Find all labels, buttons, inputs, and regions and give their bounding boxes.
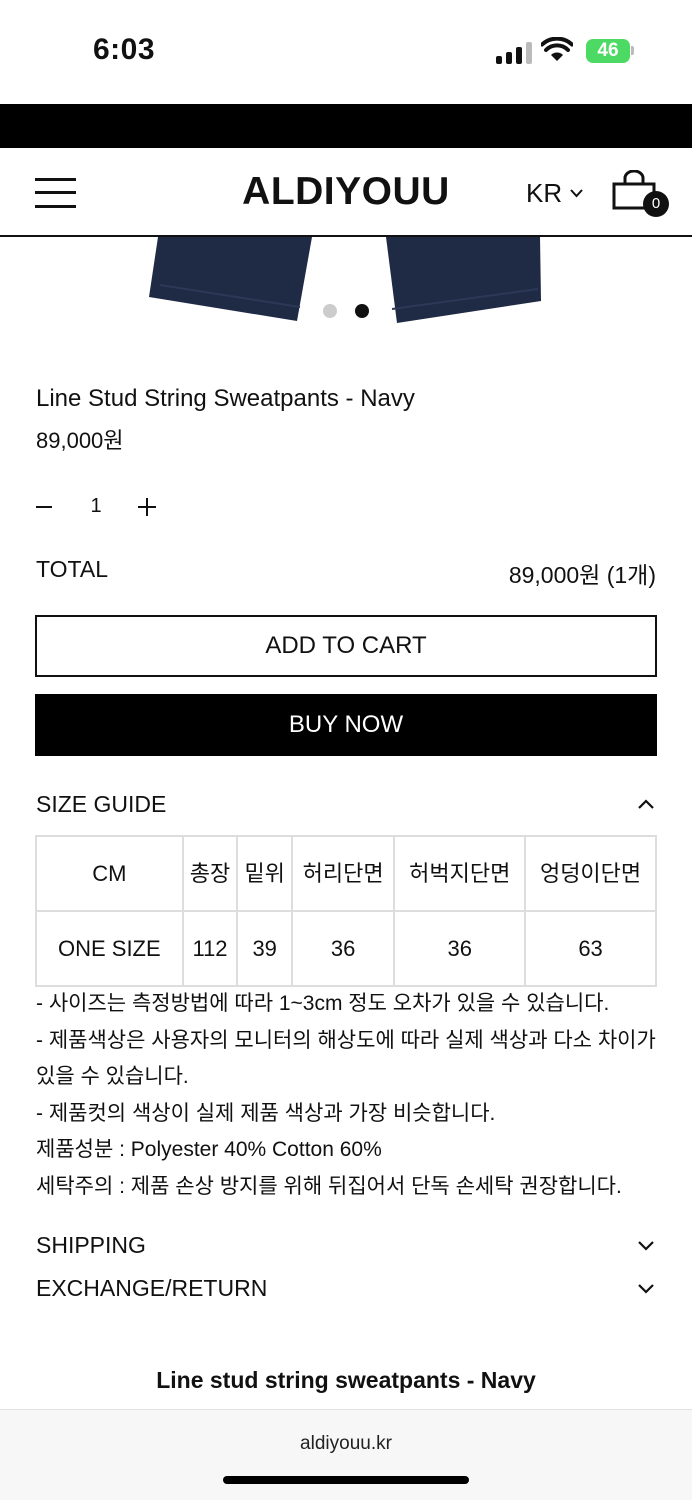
table-row: ONE SIZE 112 39 36 36 63 — [35, 910, 657, 987]
exchange-return-label: EXCHANGE/RETURN — [36, 1275, 268, 1301]
table-cell: 36 — [393, 910, 527, 987]
size-guide-toggle[interactable]: SIZE GUIDE — [36, 788, 658, 822]
site-logo[interactable]: ALDIYOUU — [0, 170, 692, 214]
table-header-cell: CM — [35, 835, 184, 912]
menu-icon[interactable] — [35, 178, 76, 208]
table-cell: 112 — [181, 910, 239, 987]
table-header-cell: 총장 — [181, 835, 239, 912]
plus-icon[interactable] — [138, 490, 156, 524]
product-name: Line Stud String Sweatpants - Navy — [36, 385, 415, 412]
status-time: 6:03 — [93, 33, 156, 66]
cart-count-badge: 0 — [643, 191, 669, 217]
top-banner — [0, 104, 692, 148]
size-note: 세탁주의 : 제품 손상 방지를 위해 뒤집어서 단독 손세탁 권장합니다. — [36, 1174, 622, 1198]
size-notes: - 사이즈는 측정방법에 따라 1~3cm 정도 오차가 있을 수 있습니다. … — [36, 986, 662, 1220]
sticky-product-title: Line stud string sweatpants - Navy — [156, 1367, 536, 1393]
status-bar: 6:03 46 — [0, 0, 692, 104]
size-note: - 제품색상은 사용자의 모니터의 해상도에 따라 실제 색상과 다소 차이가 … — [36, 1028, 656, 1089]
home-indicator[interactable] — [223, 1476, 469, 1484]
total-label: TOTAL — [36, 556, 108, 582]
buy-now-button[interactable]: BUY NOW — [35, 694, 657, 756]
exchange-return-accordion[interactable]: EXCHANGE/RETURN — [36, 1271, 658, 1305]
site-header: ALDIYOUU KR 0 — [0, 148, 692, 237]
table-cell: 36 — [291, 910, 396, 987]
language-label: KR — [526, 178, 563, 208]
size-table: CM 총장 밑위 허리단면 허벅지단면 엉덩이단면 ONE SIZE 112 3… — [35, 835, 657, 987]
battery-icon: 46 — [586, 39, 630, 63]
size-note: - 사이즈는 측정방법에 따라 1~3cm 정도 오차가 있을 수 있습니다. — [36, 992, 610, 1015]
browser-url-bar: aldiyouu.kr — [0, 1409, 692, 1500]
wifi-icon — [541, 37, 573, 61]
table-cell: 39 — [236, 910, 294, 987]
quantity-value[interactable]: 1 — [88, 495, 104, 518]
signal-icon — [496, 42, 532, 64]
carousel-dots — [323, 304, 369, 318]
battery-tip — [631, 46, 634, 55]
table-header-cell: 밑위 — [236, 835, 294, 912]
add-to-cart-button[interactable]: ADD TO CART — [35, 615, 657, 677]
product-price: 89,000원 — [36, 428, 124, 453]
carousel-dot-active[interactable] — [355, 304, 369, 318]
chevron-down-icon — [638, 1284, 654, 1294]
table-header-cell: 허리단면 — [291, 835, 396, 912]
minus-icon[interactable] — [36, 490, 52, 524]
table-cell: 63 — [524, 910, 657, 987]
language-selector[interactable]: KR — [526, 178, 583, 209]
shipping-label: SHIPPING — [36, 1232, 146, 1258]
url-text[interactable]: aldiyouu.kr — [0, 1433, 692, 1455]
size-note: 제품성분 : Polyester 40% Cotton 60% — [36, 1138, 382, 1161]
table-header-cell: 허벅지단면 — [393, 835, 527, 912]
quantity-stepper: 1 — [36, 490, 176, 524]
size-note: - 제품컷의 색상이 실제 제품 색상과 가장 비슷합니다. — [36, 1101, 496, 1125]
cart-button[interactable]: 0 — [612, 170, 672, 220]
shipping-accordion[interactable]: SHIPPING — [36, 1228, 658, 1262]
chevron-down-icon — [570, 189, 583, 198]
table-cell: ONE SIZE — [35, 910, 184, 987]
table-header-row: CM 총장 밑위 허리단면 허벅지단면 엉덩이단면 — [35, 835, 657, 912]
chevron-down-icon — [638, 1241, 654, 1251]
table-header-cell: 엉덩이단면 — [524, 835, 657, 912]
carousel-dot[interactable] — [323, 304, 337, 318]
chevron-up-icon — [638, 799, 654, 809]
total-value: 89,000원 (1개) — [508, 562, 656, 588]
size-guide-title: SIZE GUIDE — [36, 791, 167, 817]
